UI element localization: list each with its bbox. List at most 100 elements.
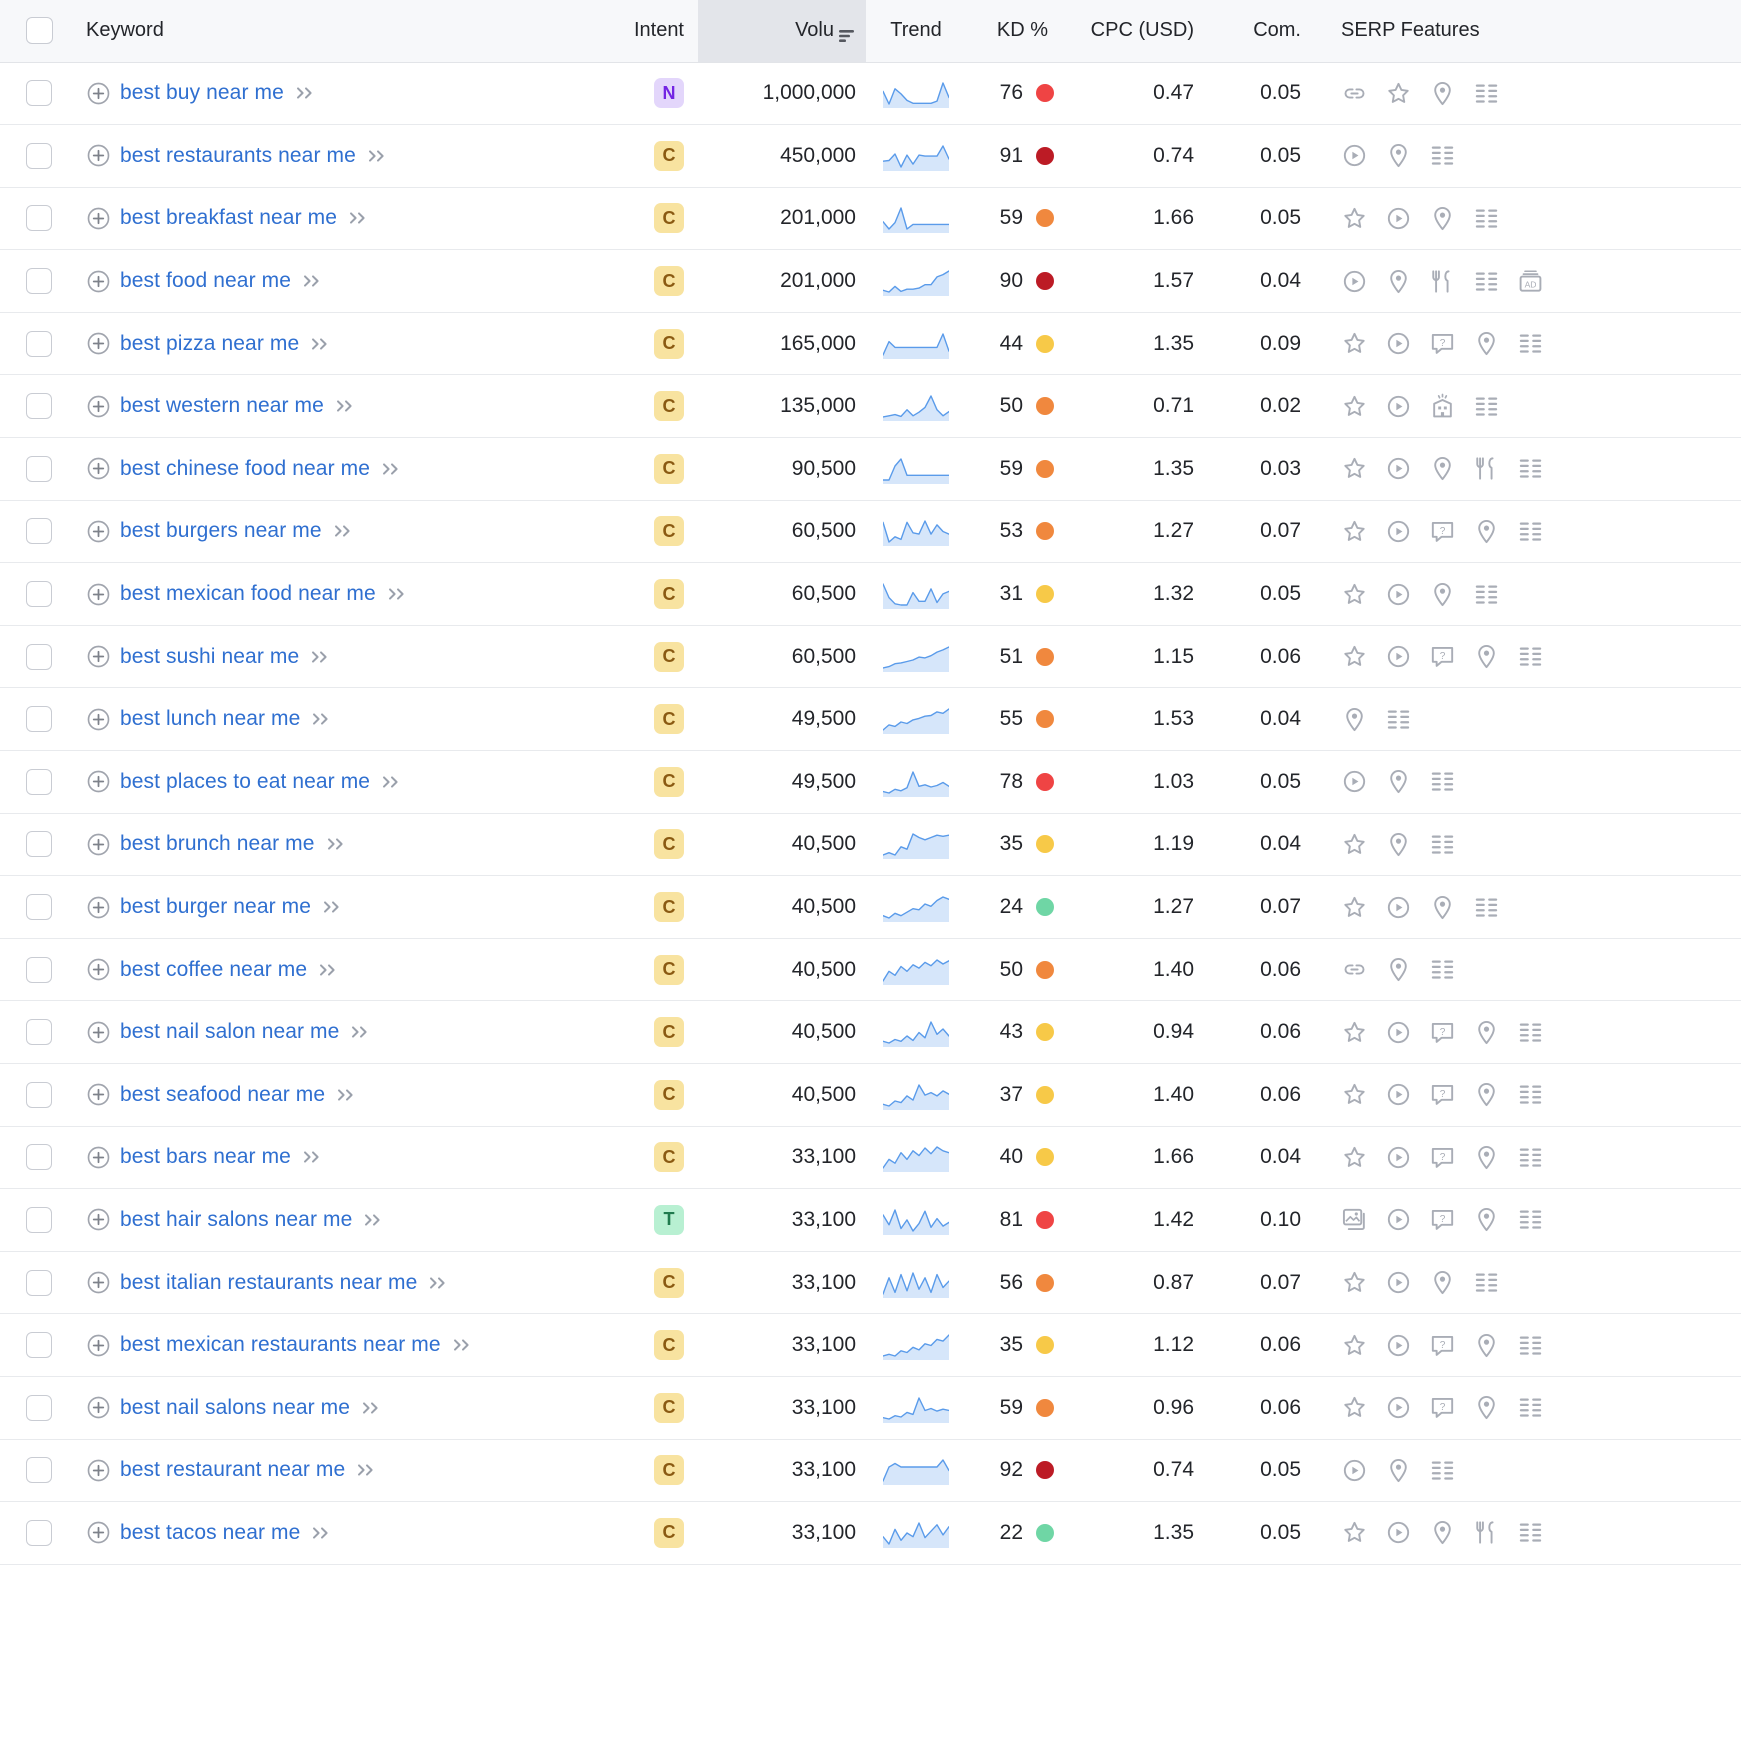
related-searches-icon[interactable] bbox=[1429, 768, 1456, 795]
intent-badge[interactable]: C bbox=[654, 391, 684, 421]
keyword-link[interactable]: best western near me bbox=[120, 394, 324, 418]
sitelinks-icon[interactable] bbox=[1341, 956, 1368, 983]
reviews-star-icon[interactable] bbox=[1341, 1332, 1368, 1359]
video-play-icon[interactable] bbox=[1385, 643, 1412, 670]
open-keyword-overview-icon[interactable] bbox=[385, 586, 409, 602]
keyword-link[interactable]: best buy near me bbox=[120, 81, 284, 105]
add-keyword-icon[interactable] bbox=[86, 1395, 111, 1420]
row-checkbox[interactable] bbox=[26, 143, 52, 169]
faq-question-icon[interactable]: ? bbox=[1429, 1019, 1456, 1046]
row-checkbox[interactable] bbox=[26, 393, 52, 419]
open-keyword-overview-icon[interactable] bbox=[426, 1275, 450, 1291]
table-row[interactable]: best coffee near meC40,500501.400.06 bbox=[0, 938, 1741, 1001]
add-keyword-icon[interactable] bbox=[86, 1270, 111, 1295]
video-play-icon[interactable] bbox=[1385, 1144, 1412, 1171]
add-keyword-icon[interactable] bbox=[86, 269, 111, 294]
video-play-icon[interactable] bbox=[1385, 1332, 1412, 1359]
row-checkbox[interactable] bbox=[26, 1144, 52, 1170]
reviews-star-icon[interactable] bbox=[1341, 1394, 1368, 1421]
intent-badge[interactable]: C bbox=[654, 642, 684, 672]
intent-badge[interactable]: T bbox=[654, 1205, 684, 1235]
video-play-icon[interactable] bbox=[1385, 205, 1412, 232]
keyword-link[interactable]: best restaurants near me bbox=[120, 144, 356, 168]
video-play-icon[interactable] bbox=[1385, 393, 1412, 420]
video-play-icon[interactable] bbox=[1385, 1206, 1412, 1233]
related-searches-icon[interactable] bbox=[1517, 1519, 1544, 1546]
row-checkbox[interactable] bbox=[26, 1207, 52, 1233]
table-row[interactable]: best pizza near meC165,000441.350.09? bbox=[0, 312, 1741, 375]
intent-badge[interactable]: N bbox=[654, 78, 684, 108]
intent-badge[interactable]: C bbox=[654, 704, 684, 734]
faq-question-icon[interactable]: ? bbox=[1429, 643, 1456, 670]
local-pack-pin-icon[interactable] bbox=[1429, 455, 1456, 482]
local-pack-pin-icon[interactable] bbox=[1341, 706, 1368, 733]
related-searches-icon[interactable] bbox=[1517, 1206, 1544, 1233]
related-searches-icon[interactable] bbox=[1473, 581, 1500, 608]
local-pack-pin-icon[interactable] bbox=[1473, 1019, 1500, 1046]
row-checkbox[interactable] bbox=[26, 1520, 52, 1546]
open-keyword-overview-icon[interactable] bbox=[450, 1337, 474, 1353]
add-keyword-icon[interactable] bbox=[86, 1458, 111, 1483]
add-keyword-icon[interactable] bbox=[86, 895, 111, 920]
row-checkbox[interactable] bbox=[26, 894, 52, 920]
row-checkbox[interactable] bbox=[26, 769, 52, 795]
keyword-link[interactable]: best burgers near me bbox=[120, 519, 322, 543]
local-pack-pin-icon[interactable] bbox=[1473, 518, 1500, 545]
add-keyword-icon[interactable] bbox=[86, 206, 111, 231]
row-checkbox[interactable] bbox=[26, 957, 52, 983]
row-checkbox[interactable] bbox=[26, 1082, 52, 1108]
row-checkbox[interactable] bbox=[26, 1395, 52, 1421]
related-searches-icon[interactable] bbox=[1517, 1394, 1544, 1421]
add-keyword-icon[interactable] bbox=[86, 582, 111, 607]
ad-box-icon[interactable]: AD bbox=[1517, 268, 1544, 295]
related-searches-icon[interactable] bbox=[1473, 894, 1500, 921]
faq-question-icon[interactable]: ? bbox=[1429, 1144, 1456, 1171]
open-keyword-overview-icon[interactable] bbox=[308, 336, 332, 352]
video-play-icon[interactable] bbox=[1385, 330, 1412, 357]
intent-badge[interactable]: C bbox=[654, 1330, 684, 1360]
row-checkbox[interactable] bbox=[26, 706, 52, 732]
local-pack-pin-icon[interactable] bbox=[1385, 956, 1412, 983]
keyword-link[interactable]: best mexican restaurants near me bbox=[120, 1333, 441, 1357]
recipes-fork-knife-icon[interactable] bbox=[1429, 268, 1456, 295]
local-pack-pin-icon[interactable] bbox=[1385, 1457, 1412, 1484]
open-keyword-overview-icon[interactable] bbox=[293, 85, 317, 101]
reviews-star-icon[interactable] bbox=[1341, 205, 1368, 232]
add-keyword-icon[interactable] bbox=[86, 1020, 111, 1045]
local-pack-pin-icon[interactable] bbox=[1429, 894, 1456, 921]
row-checkbox[interactable] bbox=[26, 456, 52, 482]
local-pack-pin-icon[interactable] bbox=[1473, 643, 1500, 670]
add-keyword-icon[interactable] bbox=[86, 1207, 111, 1232]
intent-badge[interactable]: C bbox=[654, 1080, 684, 1110]
table-row[interactable]: best buy near meN1,000,000760.470.05 bbox=[0, 62, 1741, 125]
add-keyword-icon[interactable] bbox=[86, 1082, 111, 1107]
table-row[interactable]: best mexican food near meC60,500311.320.… bbox=[0, 563, 1741, 626]
intent-badge[interactable]: C bbox=[654, 516, 684, 546]
column-header-intent[interactable]: Intent bbox=[623, 0, 698, 62]
sort-desc-icon[interactable] bbox=[838, 26, 856, 40]
intent-badge[interactable]: C bbox=[654, 203, 684, 233]
open-keyword-overview-icon[interactable] bbox=[308, 649, 332, 665]
row-checkbox[interactable] bbox=[26, 1332, 52, 1358]
video-play-icon[interactable] bbox=[1385, 1394, 1412, 1421]
table-row[interactable]: best burger near meC40,500241.270.07 bbox=[0, 876, 1741, 939]
add-keyword-icon[interactable] bbox=[86, 1145, 111, 1170]
row-checkbox[interactable] bbox=[26, 268, 52, 294]
row-checkbox[interactable] bbox=[26, 80, 52, 106]
related-searches-icon[interactable] bbox=[1385, 706, 1412, 733]
table-row[interactable]: best restaurants near meC450,000910.740.… bbox=[0, 125, 1741, 188]
related-searches-icon[interactable] bbox=[1473, 1269, 1500, 1296]
image-pack-icon[interactable] bbox=[1341, 1206, 1368, 1233]
open-keyword-overview-icon[interactable] bbox=[379, 774, 403, 790]
video-play-icon[interactable] bbox=[1341, 768, 1368, 795]
video-play-icon[interactable] bbox=[1385, 1269, 1412, 1296]
row-checkbox[interactable] bbox=[26, 831, 52, 857]
intent-badge[interactable]: C bbox=[654, 829, 684, 859]
add-keyword-icon[interactable] bbox=[86, 644, 111, 669]
keyword-link[interactable]: best food near me bbox=[120, 269, 291, 293]
intent-badge[interactable]: C bbox=[654, 329, 684, 359]
table-row[interactable]: best burgers near meC60,500531.270.07? bbox=[0, 500, 1741, 563]
reviews-star-icon[interactable] bbox=[1341, 393, 1368, 420]
related-searches-icon[interactable] bbox=[1517, 330, 1544, 357]
local-pack-pin-icon[interactable] bbox=[1473, 1144, 1500, 1171]
